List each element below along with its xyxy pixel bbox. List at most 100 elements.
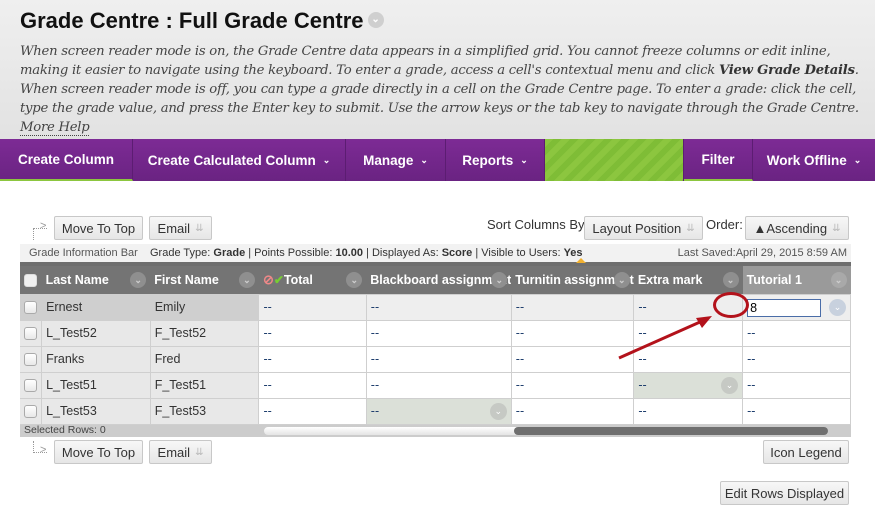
sort-columns-value: Layout Position (592, 220, 682, 236)
grade-cell[interactable]: -- (510, 371, 635, 399)
edit-rows-displayed-button[interactable]: Edit Rows Displayed (720, 481, 849, 505)
create-column-label: Create Column (17, 151, 115, 167)
email-label: Email (157, 220, 191, 236)
filter-label: Filter (701, 151, 735, 167)
more-help-link[interactable]: More Help (20, 120, 90, 136)
column-header-blackboard-assignment[interactable]: Blackboard assignment ⌄ (366, 266, 512, 294)
grade-cell[interactable]: -- (742, 345, 851, 373)
grade-cell[interactable]: -- (510, 397, 635, 425)
column-header-label: Extra mark (637, 272, 703, 287)
row-checkbox[interactable] (24, 379, 37, 393)
points-label: | Points Possible: (245, 247, 336, 259)
grade-cell[interactable]: -- (742, 371, 851, 399)
grade-cell[interactable]: -- (510, 345, 635, 373)
work-offline-menu[interactable]: Work Offline ⌄ (753, 139, 875, 181)
grade-cell[interactable]: -- (258, 319, 367, 347)
column-header-extra-mark[interactable]: Extra mark ⌄ (633, 266, 743, 294)
create-column-button[interactable]: Create Column (0, 139, 133, 181)
last-saved: Last Saved:April 29, 2015 8:59 AM (677, 247, 847, 259)
grade-cell[interactable]: -- (365, 319, 512, 347)
grade-cell[interactable]: -- (510, 293, 635, 321)
chevron-down-icon[interactable]: ⌄ (130, 272, 147, 288)
email-menu-button[interactable]: Email ⇊ (149, 216, 212, 240)
grade-cell[interactable]: -- (633, 345, 744, 373)
chevron-down-icon[interactable]: ⌄ (829, 298, 846, 316)
last-name-cell: Ernest (41, 293, 151, 321)
grade-cell-hover[interactable]: -- ⌄ (365, 397, 512, 425)
row-checkbox[interactable] (24, 353, 37, 367)
chevron-down-icon: ⌄ (853, 154, 862, 165)
grade-cell[interactable]: -- (258, 371, 367, 399)
selected-rows-count: Selected Rows: 0 (24, 423, 106, 436)
grade-cell[interactable]: -- (365, 293, 512, 321)
chevron-down-icon[interactable]: ⌄ (367, 12, 384, 29)
arrow-right-icon: > (40, 220, 47, 232)
grade-cell[interactable]: -- (258, 293, 367, 321)
grade-cell[interactable]: -- (510, 319, 635, 347)
grade-cell[interactable]: -- (633, 293, 744, 321)
column-header-first-name[interactable]: First Name ⌄ (150, 266, 259, 294)
move-to-top-label: Move To Top (61, 220, 136, 236)
sort-columns-select[interactable]: Layout Position ⇊ (584, 216, 703, 240)
move-to-top-button[interactable]: Move To Top (54, 216, 143, 240)
page-title: Grade Centre : Full Grade Centre ⌄ (20, 8, 384, 34)
select-all-header (20, 266, 42, 294)
move-to-top-label: Move To Top (61, 444, 136, 460)
scrollbar-thumb[interactable] (514, 426, 828, 435)
chevron-down-icon[interactable]: ⌄ (721, 376, 739, 394)
move-to-top-button-bottom[interactable]: Move To Top (54, 440, 143, 464)
grade-cell-hover[interactable]: -- ⌄ (633, 371, 744, 399)
green-spacer (545, 139, 684, 181)
edit-rows-label: Edit Rows Displayed (724, 485, 845, 501)
points-value: 10.00 (335, 247, 364, 259)
first-name-cell: Emily (149, 293, 260, 321)
row-checkbox[interactable] (24, 405, 37, 419)
chevron-down-icon: ⌄ (520, 154, 528, 165)
order-select[interactable]: ▲Ascending ⇊ (745, 216, 849, 240)
table-row: Franks Fred -- -- -- -- -- (20, 345, 851, 373)
column-header-turnitin-assignment[interactable]: Turnitin assignment ⌄ (511, 266, 634, 294)
column-header-total[interactable]: ⊘✔Total ⌄ (258, 266, 367, 294)
header-row: Last Name ⌄ First Name ⌄ ⊘✔Total ⌄ Blackboa… (20, 266, 851, 294)
displayed-label: | Displayed As: (363, 247, 442, 259)
column-header-label: Blackboard assignment (370, 272, 512, 287)
grade-cell[interactable]: -- (742, 397, 851, 425)
sort-indicator-icon (576, 258, 586, 263)
row-select-cell (20, 397, 42, 425)
grade-cell[interactable]: -- (258, 345, 367, 373)
select-all-checkbox[interactable] (24, 273, 37, 287)
last-name-cell: L_Test51 (41, 371, 151, 399)
grade-input[interactable] (747, 298, 822, 317)
first-name-cell: F_Test51 (149, 371, 260, 399)
row-checkbox[interactable] (24, 301, 37, 315)
chevron-down-icon[interactable]: ⌄ (346, 272, 363, 288)
chevron-down-icon[interactable]: ⌄ (238, 272, 255, 288)
chevron-down-icon[interactable]: ⌄ (489, 402, 507, 420)
horizontal-scrollbar[interactable] (263, 425, 829, 436)
grade-cell[interactable]: -- (633, 397, 744, 425)
filter-button[interactable]: Filter (684, 139, 753, 181)
row-checkbox[interactable] (24, 327, 37, 341)
chevron-down-icon[interactable]: ⌄ (722, 272, 739, 288)
grade-cell[interactable]: -- (742, 319, 851, 347)
chevron-down-icon: ⌄ (420, 154, 428, 165)
chevron-down-icon[interactable]: ⌄ (613, 272, 630, 288)
table-row: L_Test51 F_Test51 -- -- -- -- ⌄ -- (20, 371, 851, 399)
manage-menu[interactable]: Manage ⌄ (346, 139, 446, 181)
chevron-down-icon[interactable]: ⌄ (830, 272, 847, 288)
grade-cell[interactable]: -- (365, 371, 512, 399)
reports-menu[interactable]: Reports ⌄ (446, 139, 545, 181)
icon-legend-button[interactable]: Icon Legend (763, 440, 849, 464)
column-header-tutorial-1[interactable]: Tutorial 1 ⌄ (742, 266, 851, 294)
grade-cell[interactable]: -- (633, 319, 744, 347)
grade-cell[interactable]: -- (258, 397, 367, 425)
email-menu-button-bottom[interactable]: Email ⇊ (149, 440, 212, 464)
reports-label: Reports (462, 152, 514, 168)
grade-cell[interactable]: -- (365, 345, 512, 373)
manage-label: Manage (363, 152, 414, 168)
grade-cell-editing[interactable]: ⌄ (742, 293, 851, 321)
instructions-bold: View Grade Details (719, 63, 855, 78)
column-header-last-name[interactable]: Last Name ⌄ (41, 266, 151, 294)
create-calculated-column-menu[interactable]: Create Calculated Column ⌄ (133, 139, 346, 181)
visible-label: | Visible to Users: (472, 247, 564, 259)
